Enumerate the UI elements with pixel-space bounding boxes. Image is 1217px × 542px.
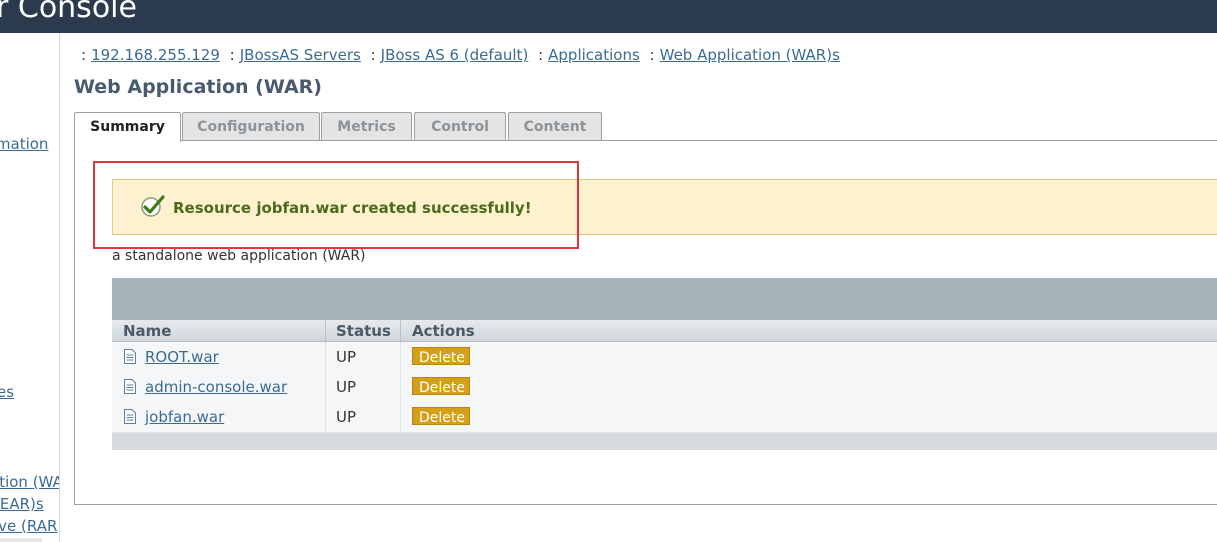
breadcrumb-separator: : — [229, 46, 235, 64]
sidebar-item-resource-archives[interactable]: ive (RAR — [0, 517, 57, 535]
table-row: admin-console.war UP Delete — [112, 372, 1217, 403]
sidebar-item-web-applications[interactable]: ation (WA — [0, 473, 59, 491]
sidebar-item-resources[interactable]: es — [0, 383, 14, 401]
breadcrumb-link-jboss-as-6[interactable]: JBoss AS 6 (default) — [381, 46, 529, 64]
file-icon — [124, 349, 136, 364]
sidebar-item-information[interactable]: rmation — [0, 135, 48, 153]
breadcrumb-link-web-applications[interactable]: Web Application (WAR)s — [660, 46, 840, 64]
tab-metrics[interactable]: Metrics — [321, 112, 412, 140]
delete-button[interactable]: Delete — [412, 347, 470, 366]
app-header: r Console — [0, 0, 1217, 33]
tab-content[interactable]: Content — [508, 112, 602, 140]
resource-link[interactable]: admin-console.war — [145, 378, 287, 396]
column-divider — [400, 320, 401, 341]
table-row: jobfan.war UP Delete — [112, 402, 1217, 433]
breadcrumb-link-jbossas-servers[interactable]: JBossAS Servers — [240, 46, 361, 64]
tab-configuration[interactable]: Configuration — [182, 112, 320, 140]
tab-summary[interactable]: Summary — [74, 112, 181, 142]
sidebar: rmation es ation (WA (EAR)s ive (RAR — [0, 33, 60, 542]
app-title: r Console — [0, 0, 137, 25]
column-header-name[interactable]: Name — [123, 322, 171, 340]
breadcrumb-separator: : — [649, 46, 655, 64]
breadcrumb-separator: : — [538, 46, 544, 64]
file-icon — [124, 379, 136, 394]
column-header-actions: Actions — [412, 322, 475, 340]
table-header: Name Status Actions — [112, 320, 1217, 342]
sidebar-item-enterprise-applications[interactable]: (EAR)s — [0, 495, 44, 513]
column-divider — [325, 320, 326, 341]
column-divider — [325, 402, 326, 432]
resource-description: a standalone web application (WAR) — [112, 248, 366, 264]
sidebar-scrollbar[interactable] — [0, 538, 42, 542]
status-cell: UP — [336, 378, 357, 396]
delete-button[interactable]: Delete — [412, 377, 470, 396]
breadcrumb-separator: : — [370, 46, 376, 64]
table-row: ROOT.war UP Delete — [112, 342, 1217, 373]
column-header-status[interactable]: Status — [336, 322, 391, 340]
table-footer — [112, 433, 1217, 450]
breadcrumb: :192.168.255.129 : JBossAS Servers : JBoss… — [76, 46, 840, 64]
annotation-highlight-box — [93, 161, 579, 249]
breadcrumb-separator: : — [81, 46, 87, 64]
column-divider — [325, 372, 326, 402]
status-cell: UP — [336, 348, 357, 366]
column-divider — [400, 402, 401, 432]
delete-button[interactable]: Delete — [412, 407, 470, 426]
table-toolbar — [112, 278, 1217, 320]
page-title: Web Application (WAR) — [74, 76, 322, 98]
breadcrumb-link-server-ip[interactable]: 192.168.255.129 — [91, 46, 220, 64]
column-divider — [325, 342, 326, 372]
tab-control[interactable]: Control — [414, 112, 506, 140]
breadcrumb-link-applications[interactable]: Applications — [548, 46, 640, 64]
resource-link[interactable]: ROOT.war — [145, 348, 219, 366]
column-divider — [400, 372, 401, 402]
resource-link[interactable]: jobfan.war — [145, 408, 224, 426]
status-cell: UP — [336, 408, 357, 426]
column-divider — [400, 342, 401, 372]
file-icon — [124, 409, 136, 424]
